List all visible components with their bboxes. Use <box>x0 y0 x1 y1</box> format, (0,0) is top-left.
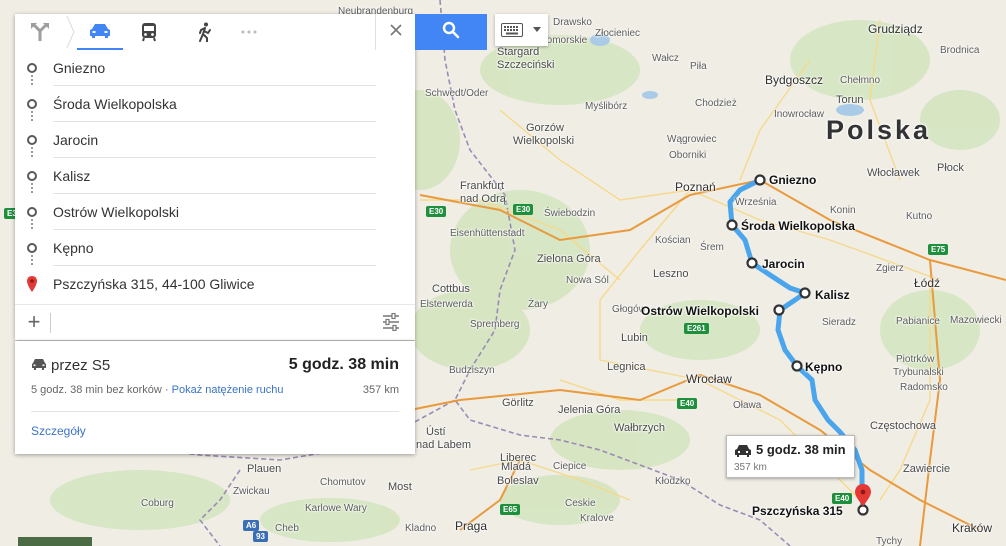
waypoint-input[interactable]: Środa Wielkopolska <box>53 86 376 122</box>
earth-view-thumbnail[interactable] <box>18 537 92 546</box>
car-icon <box>31 358 47 376</box>
waypoint-input[interactable]: Ostrów Wielkopolski <box>53 194 376 230</box>
transit-icon[interactable] <box>131 14 167 50</box>
waypoint-row[interactable]: Ostrów Wielkopolski <box>15 194 415 231</box>
waypoint-input[interactable]: Jarocin <box>53 122 376 158</box>
waypoint-marker[interactable] <box>857 504 869 516</box>
details-link[interactable]: Szczegóły <box>31 424 86 438</box>
route-detail-text: 5 godz. 38 min bez korków · <box>31 384 172 396</box>
waypoint-list: Gniezno Środa Wielkopolska Jarocin Kalis… <box>15 50 415 302</box>
destination-input[interactable]: Pszczyńska 315, 44-100 Gliwice <box>53 266 376 302</box>
waypoint-row[interactable]: Gniezno <box>15 50 415 87</box>
route-info-bubble[interactable]: 5 godz. 38 min 357 km <box>726 435 855 478</box>
more-icon[interactable] <box>235 14 263 50</box>
divider <box>50 313 51 333</box>
close-button[interactable] <box>375 14 415 50</box>
waypoint-input[interactable]: Kalisz <box>53 158 376 194</box>
route-summary-card[interactable]: przez S5 5 godz. 38 min 5 godz. 38 min b… <box>15 341 415 454</box>
chevron-right-icon <box>65 14 77 50</box>
keyboard-icon <box>501 23 523 37</box>
waypoint-marker[interactable] <box>754 174 766 186</box>
route-distance: 357 km <box>362 384 399 396</box>
waypoint-row[interactable]: Pszczyńska 315, 44-100 Gliwice <box>15 266 415 302</box>
destination-pin-icon <box>27 276 37 297</box>
route-via: przez S5 <box>51 357 111 374</box>
car-icon[interactable] <box>77 14 123 50</box>
waypoint-row[interactable]: Środa Wielkopolska <box>15 86 415 123</box>
waypoint-row[interactable]: Kalisz <box>15 158 415 195</box>
close-icon <box>389 23 403 42</box>
waypoint-dot-icon <box>27 171 37 181</box>
waypoint-row[interactable]: Jarocin <box>15 122 415 159</box>
waypoint-dot-icon <box>27 99 37 109</box>
show-traffic-link[interactable]: Pokaż natężenie ruchu <box>172 384 284 396</box>
waypoint-marker[interactable] <box>773 304 785 316</box>
waypoint-label: Kępno <box>805 360 843 374</box>
divider <box>31 411 399 412</box>
travel-mode-tabs <box>15 14 415 50</box>
directions-panel: Gniezno Środa Wielkopolska Jarocin Kalis… <box>15 14 415 340</box>
route-options-button[interactable] <box>381 312 405 333</box>
waypoint-input[interactable]: Gniezno <box>53 50 376 86</box>
chevron-down-icon <box>533 27 541 32</box>
car-icon <box>734 444 752 463</box>
waypoint-label: Jarocin <box>762 257 805 271</box>
waypoint-label: Gniezno <box>769 173 817 187</box>
input-tools-button[interactable] <box>495 14 548 46</box>
waypoint-marker[interactable] <box>726 219 738 231</box>
waypoint-input[interactable]: Kępno <box>53 230 376 266</box>
waypoint-label: Środa Wielkopolska <box>741 219 855 233</box>
destination-pin-icon[interactable] <box>855 484 871 506</box>
bubble-duration: 5 godz. 38 min <box>756 442 846 457</box>
waypoint-dot-icon <box>27 207 37 217</box>
bubble-distance: 357 km <box>734 462 767 473</box>
waypoint-row[interactable]: Kępno <box>15 230 415 267</box>
add-destination-button[interactable]: + <box>23 311 45 333</box>
route-duration: 5 godz. 38 min <box>288 356 399 373</box>
waypoint-dot-icon <box>27 63 37 73</box>
search-icon <box>442 21 460 44</box>
walk-icon[interactable] <box>187 14 223 50</box>
sliders-icon <box>383 312 399 332</box>
waypoint-dot-icon <box>27 243 37 253</box>
waypoint-marker[interactable] <box>746 257 758 269</box>
search-button[interactable] <box>415 14 487 50</box>
waypoint-marker[interactable] <box>799 287 811 299</box>
add-destination-row: + <box>15 304 415 340</box>
waypoint-dot-icon <box>27 135 37 145</box>
waypoint-label: Kalisz <box>815 288 850 302</box>
waypoint-label: Pszczyńska 315 <box>752 504 843 518</box>
waypoint-label: Ostrów Wielkopolski <box>641 304 759 318</box>
waypoint-marker[interactable] <box>791 360 803 372</box>
directions-icon[interactable] <box>15 14 65 50</box>
route-detail: 5 godz. 38 min bez korków · Pokaż natęże… <box>31 384 284 396</box>
